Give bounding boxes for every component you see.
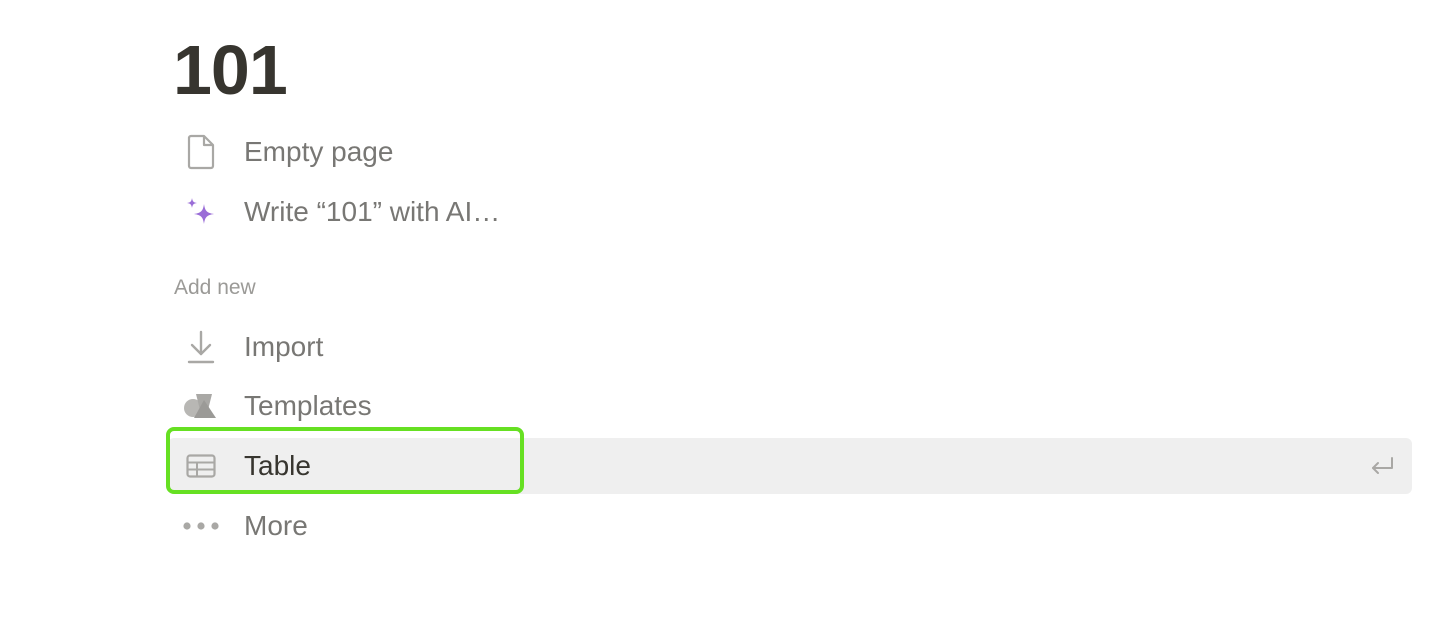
- templates-label: Templates: [244, 390, 372, 421]
- write-with-ai-label: Write “101” with AI…: [244, 196, 501, 227]
- shapes-icon: [182, 387, 220, 425]
- table-label: Table: [244, 450, 311, 481]
- table-option[interactable]: Table: [168, 438, 1412, 494]
- write-with-ai-option[interactable]: Write “101” with AI…: [168, 184, 500, 240]
- table-icon: [182, 447, 220, 485]
- ellipsis-icon: [182, 507, 220, 545]
- templates-option[interactable]: Templates: [168, 378, 372, 434]
- import-option[interactable]: Import: [168, 319, 323, 375]
- sparkles-icon: [182, 193, 220, 231]
- more-option[interactable]: More: [168, 498, 308, 554]
- page-title[interactable]: 101: [173, 28, 288, 112]
- empty-page-label: Empty page: [244, 136, 394, 167]
- import-label: Import: [244, 331, 324, 362]
- return-icon: [1368, 452, 1396, 480]
- add-new-section-label: Add new: [174, 276, 256, 299]
- more-label: More: [244, 510, 308, 541]
- empty-page-option[interactable]: Empty page: [168, 124, 393, 180]
- document-icon: [182, 133, 220, 171]
- download-icon: [182, 328, 220, 366]
